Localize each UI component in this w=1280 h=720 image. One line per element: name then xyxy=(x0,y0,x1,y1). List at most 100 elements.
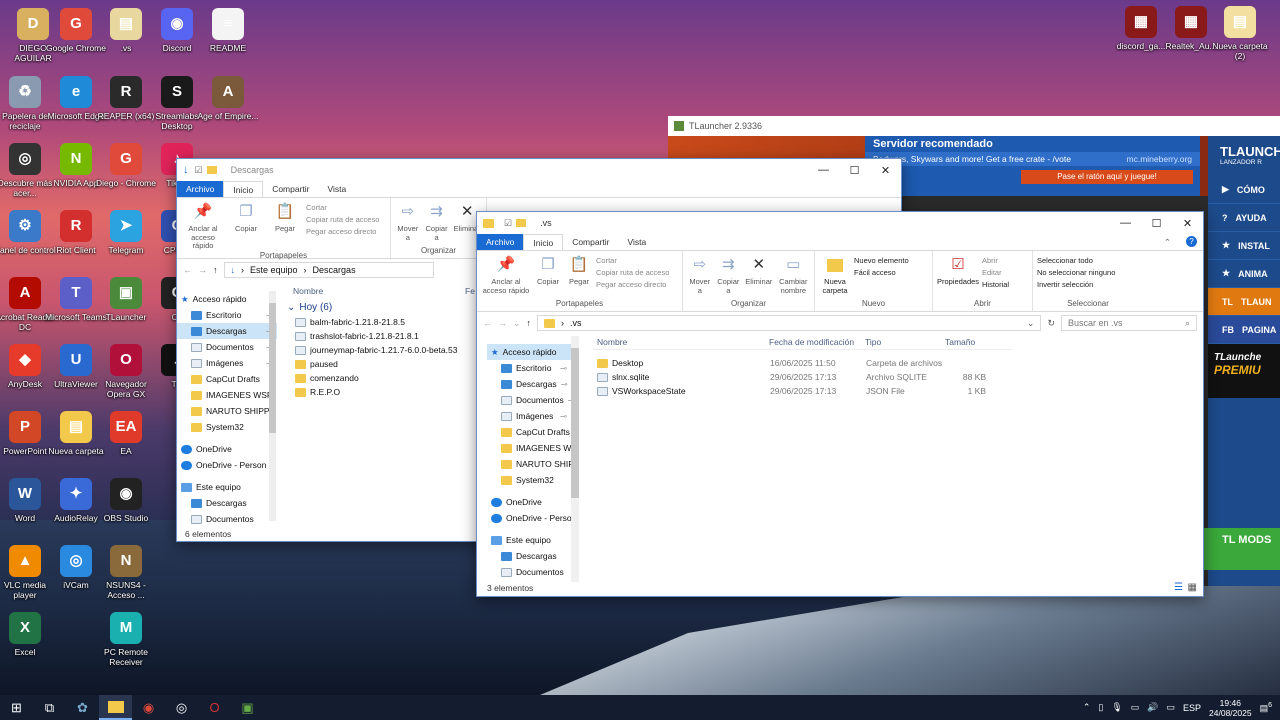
nav-item[interactable]: Documentos xyxy=(177,511,277,527)
move-to-button[interactable]: ⇨ Mover a xyxy=(395,201,421,246)
help-icon[interactable]: ? xyxy=(1186,236,1197,247)
copy-path-button[interactable]: Copiar ruta de acceso xyxy=(306,215,379,224)
easy-access-button[interactable]: Fácil acceso xyxy=(854,268,909,277)
desktop-icon[interactable]: EA EA xyxy=(95,411,157,456)
paste-button[interactable]: 📋 Pegar xyxy=(267,201,303,251)
column-date[interactable]: Fe xyxy=(465,286,475,296)
nav-item[interactable]: OneDrive xyxy=(487,494,571,510)
copilot-button[interactable]: ✿ xyxy=(66,695,99,720)
pin-button[interactable]: 📌 Anclar al acceso rápido xyxy=(481,254,531,299)
file-explorer-button[interactable] xyxy=(99,695,132,720)
nav-item[interactable]: System32 xyxy=(487,472,571,488)
select-all-button[interactable]: Seleccionar todo xyxy=(1037,256,1115,265)
tab-compartir[interactable]: Compartir xyxy=(563,234,618,250)
cut-button[interactable]: Cortar xyxy=(306,203,379,212)
volume-icon[interactable]: 🔊 xyxy=(1147,702,1158,713)
titlebar[interactable]: ↓ ☑ Descargas — ☐ ✕ xyxy=(177,159,901,181)
sidebar-fb-button[interactable]: FB PAGINA xyxy=(1208,316,1280,344)
copy-path-button[interactable]: Copiar ruta de acceso xyxy=(596,268,669,277)
details-view-icon[interactable]: ☰ xyxy=(1174,582,1183,593)
close-button[interactable]: ✕ xyxy=(1172,217,1203,230)
language-indicator[interactable]: ESP xyxy=(1183,703,1201,713)
delete-button[interactable]: ✕ Eliminar xyxy=(744,254,773,299)
cut-button[interactable]: Cortar xyxy=(596,256,669,265)
nav-item[interactable]: Este equipo xyxy=(487,532,571,548)
desktop-icon[interactable]: ≡ README xyxy=(197,8,259,53)
nav-item[interactable]: Imágenes ⊸ xyxy=(487,408,571,424)
sidebar-how-button[interactable]: ▶ CÓMO xyxy=(1208,176,1280,204)
invert-selection-button[interactable]: Invertir selección xyxy=(1037,280,1115,289)
tab-archivo[interactable]: Archivo xyxy=(177,181,224,197)
nav-item[interactable]: ★ Acceso rápido xyxy=(177,291,277,307)
explorer-window-vs[interactable]: ☑ .vs — ☐ ✕ Archivo Inicio Compartir Vista… xyxy=(476,211,1204,597)
nav-item[interactable]: IMAGENES WSP xyxy=(177,387,277,403)
nav-item[interactable]: Descargas xyxy=(177,495,277,511)
list-item[interactable]: R.E.P.O24 xyxy=(287,385,487,399)
tab-vista[interactable]: Vista xyxy=(319,181,356,197)
tab-inicio[interactable]: Inicio xyxy=(223,181,264,197)
tab-inicio[interactable]: Inicio xyxy=(523,234,564,250)
column-type[interactable]: Tipo xyxy=(865,337,945,347)
column-size[interactable]: Tamaño xyxy=(945,337,995,347)
opera-button[interactable]: O xyxy=(198,695,231,720)
pin-button[interactable]: 📌 Anclar al acceso rápido xyxy=(181,201,225,251)
group-header[interactable]: ⌄ Hoy (6) xyxy=(287,299,487,315)
nav-item[interactable]: CapCut Drafts xyxy=(487,424,571,440)
task-view-button[interactable]: ⧉ xyxy=(33,695,66,720)
tab-compartir[interactable]: Compartir xyxy=(263,181,318,197)
edit-button[interactable]: Editar xyxy=(982,268,1009,277)
paste-button[interactable]: 📋 Pegar xyxy=(565,254,593,299)
microphone-icon[interactable]: 🎙 xyxy=(1111,702,1122,713)
path-input[interactable]: › .vs ⌄ xyxy=(537,315,1042,331)
desktop-icon[interactable]: X Excel xyxy=(0,612,56,657)
desktop-icon[interactable]: N NSUNS4 - Acceso ... xyxy=(95,545,157,600)
tlauncher-button[interactable]: ▣ xyxy=(231,695,264,720)
notification-icon[interactable]: ▤6 xyxy=(1260,702,1272,714)
nav-item[interactable]: NARUTO SHIPPU xyxy=(177,403,277,419)
paste-shortcut-button[interactable]: Pegar acceso directo xyxy=(596,280,669,289)
up-icon[interactable]: ↑ xyxy=(527,318,532,328)
recommended-server-panel[interactable]: Servidor recomendado Bedwars, Skywars an… xyxy=(865,136,1200,196)
premium-banner[interactable]: TLaunche PREMIU xyxy=(1208,344,1280,398)
sidebar-help-button[interactable]: ? AYUDA xyxy=(1208,204,1280,232)
forward-icon[interactable]: → xyxy=(198,265,207,275)
collapse-ribbon-icon[interactable]: ⌃ xyxy=(1155,234,1180,250)
device-icon[interactable]: ▯ xyxy=(1098,702,1103,713)
select-none-button[interactable]: No seleccionar ninguno xyxy=(1037,268,1115,277)
start-button[interactable]: ⊞ xyxy=(0,695,33,720)
forward-icon[interactable]: → xyxy=(498,318,507,328)
list-item[interactable]: trashslot-fabric-1.21.8-21.8.124 xyxy=(287,329,487,343)
nav-item[interactable]: OneDrive xyxy=(177,441,277,457)
minimize-button[interactable]: — xyxy=(1110,217,1141,230)
back-icon[interactable]: ← xyxy=(483,318,492,328)
list-item[interactable]: balm-fabric-1.21.8-21.8.524 xyxy=(287,315,487,329)
desktop-icon[interactable]: A Age of Empire... xyxy=(197,76,259,121)
copy-button[interactable]: ❐ Copiar xyxy=(534,254,562,299)
chrome-button[interactable]: ◉ xyxy=(132,695,165,720)
table-row[interactable]: VSWorkspaceState 29/06/2025 17:13 JSON Fil… xyxy=(593,384,1013,398)
desktop-icon[interactable]: ▤ Nueva carpeta (2) xyxy=(1209,6,1271,61)
battery-icon[interactable]: ▭ xyxy=(1167,702,1176,713)
list-item[interactable]: comenzando24 xyxy=(287,371,487,385)
nav-scrollbar[interactable] xyxy=(269,291,276,521)
close-button[interactable]: ✕ xyxy=(870,164,901,177)
nav-item[interactable]: OneDrive - Person xyxy=(487,510,571,526)
rename-button[interactable]: ▭ Cambiar nombre xyxy=(777,254,810,299)
clock[interactable]: 19:46 24/08/2025 xyxy=(1209,698,1252,718)
move-to-button[interactable]: ⇨ Mover a xyxy=(687,254,713,299)
tl-mods-banner[interactable]: TL MODS xyxy=(1200,528,1280,570)
column-name[interactable]: Nombre xyxy=(287,286,465,296)
nav-item[interactable]: Documentos⊸ xyxy=(487,392,571,408)
search-input[interactable]: Buscar en .vs ⌕ xyxy=(1061,315,1197,331)
paste-shortcut-button[interactable]: Pegar acceso directo xyxy=(306,227,379,236)
play-hover-button[interactable]: Pase el ratón aquí y juegue! xyxy=(1021,170,1193,184)
table-row[interactable]: Desktop 16/06/2025 11:50 Carpeta de archiv… xyxy=(593,356,1013,370)
up-icon[interactable]: ↑ xyxy=(213,265,218,275)
nav-item[interactable]: IMAGENES WSP xyxy=(487,440,571,456)
minimize-button[interactable]: — xyxy=(808,164,839,177)
network-icon[interactable]: ▭ xyxy=(1131,702,1140,713)
maximize-button[interactable]: ☐ xyxy=(839,164,870,177)
nav-item[interactable]: CapCut Drafts xyxy=(177,371,277,387)
refresh-icon[interactable]: ↻ xyxy=(1047,318,1055,329)
open-button[interactable]: Abrir xyxy=(982,256,1009,265)
